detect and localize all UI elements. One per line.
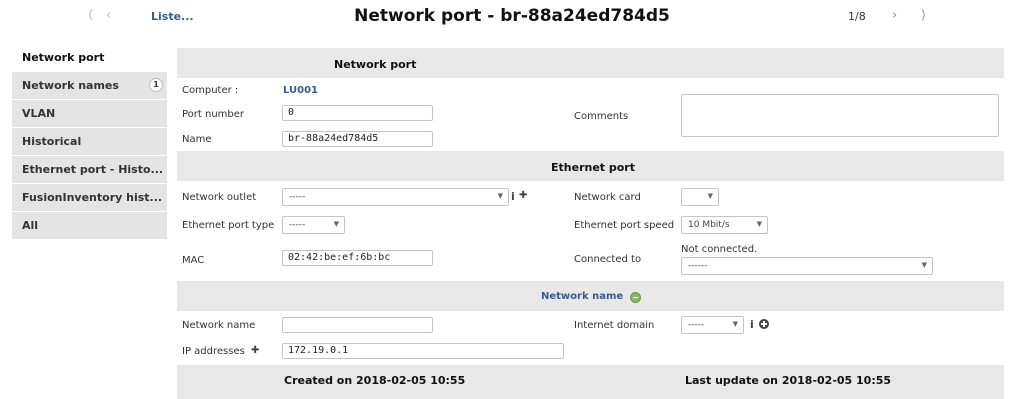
network-port-form: Network port Computer : LU001 Port numbe… [177,48,1004,399]
select-value: ----- [688,320,705,330]
name-label: Name [182,134,212,145]
tab-fusioninventory-history[interactable]: FusionInventory hist... [12,184,167,211]
chevron-down-icon: ▼ [921,261,927,269]
chevron-down-icon: ▼ [707,192,713,200]
ethernet-port-header: Ethernet port [177,151,1004,181]
ip-address-input[interactable]: 172.19.0.1 [282,343,564,359]
ethernet-port-type-select[interactable]: ----- ▼ [282,216,345,234]
info-icon[interactable]: i [750,318,754,331]
comments-label: Comments [574,111,629,122]
network-card-label: Network card [574,192,641,203]
tab-sidebar: Network port Network names 1 VLAN Histori… [12,44,167,240]
internet-domain-label: Internet domain [574,320,655,331]
section-title: Network port [334,58,417,71]
chevron-down-icon: ▼ [756,220,762,228]
add-circle-icon[interactable] [759,319,769,329]
tab-label: Historical [22,135,82,148]
select-value: 10 Mbit/s [688,220,730,230]
ethernet-port-type-label: Ethernet port type [182,220,275,231]
connected-to-label: Connected to [574,254,642,265]
tab-label: Network names [22,79,119,92]
record-navigation: ⟨ ‹ Liste... Network port - br-88a24ed78… [0,0,1024,34]
internet-domain-select[interactable]: ----- ▼ [681,316,744,334]
info-icon[interactable]: i [511,190,515,203]
last-record-icon[interactable]: ⟩ [921,8,926,23]
ethernet-port-speed-select[interactable]: 10 Mbit/s ▼ [681,216,768,234]
created-date: Created on 2018-02-05 10:55 [284,374,466,387]
tab-network-names[interactable]: Network names 1 [12,72,167,99]
ip-addresses-label: IP addresses [182,346,245,357]
network-name-input[interactable] [282,317,433,333]
add-icon[interactable]: ✚ [519,190,527,201]
tab-label: All [22,219,39,232]
comments-textarea[interactable] [681,94,999,137]
tab-label: Ethernet port - Histo... [22,163,164,176]
mac-input[interactable]: 02:42:be:ef:6b:bc [282,250,433,266]
connected-to-select[interactable]: ------ ▼ [681,257,933,275]
tab-all[interactable]: All [12,212,167,239]
last-update-date: Last update on 2018-02-05 10:55 [685,374,892,387]
ethernet-port-speed-label: Ethernet port speed [574,220,675,231]
next-record-icon[interactable]: › [892,8,897,23]
select-value: ------ [688,261,708,271]
network-port-header: Network port [177,48,1004,78]
select-value: ----- [289,192,306,202]
chevron-down-icon: ▼ [732,320,738,328]
tab-label: Network port [22,51,105,64]
network-outlet-select[interactable]: ----- ▼ [282,188,509,206]
tab-label: FusionInventory hist... [22,191,163,204]
tab-ethernet-port-history[interactable]: Ethernet port - Histo... [12,156,167,183]
add-ip-icon[interactable]: ✚ [251,345,259,356]
network-outlet-label: Network outlet [182,192,257,203]
remove-icon[interactable] [630,292,641,303]
port-number-input[interactable]: 0 [282,105,433,121]
port-number-label: Port number [182,109,245,120]
name-input[interactable]: br-88a24ed784d5 [282,131,433,147]
section-title: Ethernet port [551,161,635,174]
tab-vlan[interactable]: VLAN [12,100,167,127]
network-name-header: Network name [177,281,1004,311]
record-counter: 1/8 [848,10,866,23]
count-badge: 1 [149,78,163,92]
mac-label: MAC [182,255,205,266]
chevron-down-icon: ▼ [497,192,503,200]
connection-status: Not connected. [681,244,758,255]
tab-network-port[interactable]: Network port [12,44,167,71]
network-card-select[interactable]: ▼ [681,188,719,206]
record-footer: Created on 2018-02-05 10:55 Last update … [177,365,1004,399]
chevron-down-icon: ▼ [333,220,339,228]
tab-historical[interactable]: Historical [12,128,167,155]
tab-label: VLAN [22,107,56,120]
select-value: ----- [289,220,306,230]
section-title[interactable]: Network name [541,291,623,302]
computer-label: Computer : [182,85,239,96]
computer-link[interactable]: LU001 [283,85,318,96]
network-name-label: Network name [182,320,256,331]
page-title: Network port - br-88a24ed784d5 [354,6,670,26]
